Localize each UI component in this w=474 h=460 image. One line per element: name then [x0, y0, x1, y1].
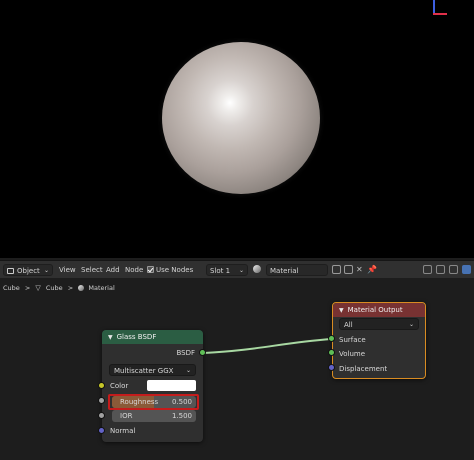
- collapse-arrow-icon[interactable]: ▼: [108, 331, 113, 345]
- color-label: Color: [110, 382, 129, 390]
- node-title: Material Output: [347, 306, 403, 314]
- roughness-value: 0.500: [171, 398, 192, 406]
- normal-label: Normal: [110, 427, 136, 435]
- volume-label: Volume: [339, 350, 366, 358]
- displacement-label: Displacement: [339, 365, 388, 373]
- bsdf-output-label: BSDF: [176, 349, 195, 357]
- chevron-down-icon: ⌄: [408, 321, 414, 328]
- target-value: All: [344, 321, 353, 329]
- color-swatch[interactable]: [147, 380, 196, 391]
- glass-bsdf-node[interactable]: ▼ Glass BSDF BSDF Multiscatter GGX ⌄ Color…: [102, 330, 203, 442]
- shader-link[interactable]: [203, 338, 332, 354]
- distribution-value: Multiscatter GGX: [114, 367, 174, 375]
- surface-input-socket[interactable]: [328, 335, 335, 342]
- bsdf-output-socket[interactable]: [199, 349, 206, 356]
- material-output-node[interactable]: ▼ Material Output All ⌄ Surface Volume Dis…: [332, 302, 426, 379]
- volume-input-socket[interactable]: [328, 349, 335, 356]
- target-dropdown[interactable]: All ⌄: [339, 318, 419, 330]
- ior-input-socket[interactable]: [98, 412, 105, 419]
- surface-label: Surface: [339, 336, 366, 344]
- glass-bsdf-header[interactable]: ▼ Glass BSDF: [102, 330, 203, 344]
- ior-value: 1.500: [171, 412, 192, 420]
- displacement-input-socket[interactable]: [328, 364, 335, 371]
- node-link-layer: [203, 338, 332, 354]
- node-title: Glass BSDF: [116, 333, 157, 341]
- color-input-socket[interactable]: [98, 382, 105, 389]
- material-output-header[interactable]: ▼ Material Output: [333, 303, 425, 317]
- chevron-down-icon: ⌄: [185, 367, 191, 374]
- collapse-arrow-icon[interactable]: ▼: [339, 304, 344, 318]
- ior-label: IOR: [120, 412, 133, 420]
- roughness-slider[interactable]: Roughness 0.500: [112, 396, 196, 408]
- roughness-input-socket[interactable]: [98, 397, 105, 404]
- roughness-label: Roughness: [120, 398, 159, 406]
- ior-field[interactable]: IOR 1.500: [112, 410, 196, 422]
- normal-input-socket[interactable]: [98, 427, 105, 434]
- distribution-dropdown[interactable]: Multiscatter GGX ⌄: [109, 364, 196, 376]
